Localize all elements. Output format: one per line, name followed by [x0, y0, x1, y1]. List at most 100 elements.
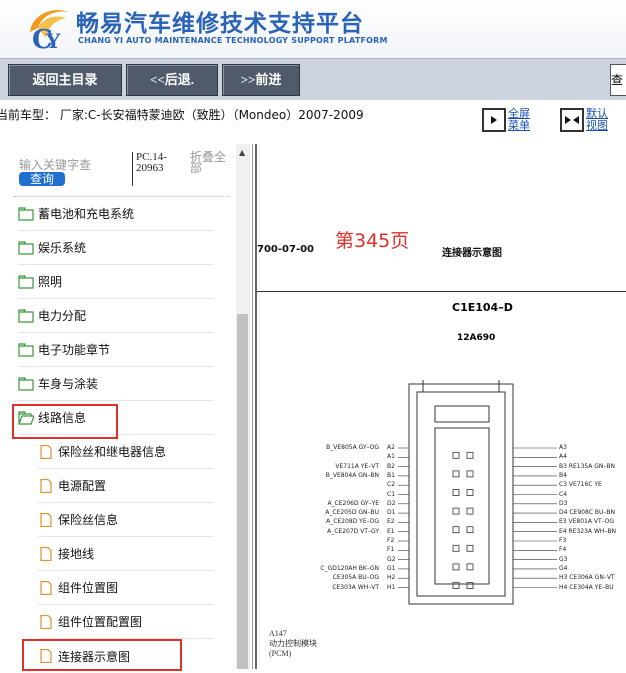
scroll-up-icon[interactable]: ▲ — [239, 148, 245, 157]
pin-cavity — [466, 507, 474, 515]
search-input[interactable]: 输入关键字查 — [19, 156, 91, 173]
pin-id-label: C4 — [559, 490, 568, 498]
pin-id-label: A4 — [559, 453, 567, 461]
tree-folder-label: 车身与涂装 — [38, 377, 99, 391]
pin-id-label: H4 CE304A YE–BU — [559, 583, 614, 591]
fullscreen-menu-button[interactable]: 全屏 菜单 — [482, 108, 530, 136]
tree-folder-power-distribution[interactable]: 电力分配 — [18, 299, 214, 333]
tree-doc-component-location-config[interactable]: 组件位置配置图 — [38, 605, 214, 639]
pin-cavity — [452, 489, 460, 496]
pin-cavity — [466, 544, 474, 552]
next-button[interactable]: >>前进 — [222, 64, 300, 96]
tree-doc-power-config[interactable]: 电源配置 — [38, 469, 214, 503]
tree-folder-body-paint[interactable]: 车身与涂装 — [18, 367, 214, 401]
pc-code: PC.14-20963 — [132, 152, 186, 186]
highlight-box-connector-diagram — [22, 639, 182, 671]
pin-id-label: G4 — [559, 564, 568, 572]
pin-id-label: E3 VE801A VT–OG — [559, 518, 615, 526]
folder-icon — [18, 206, 34, 221]
pin-id-label: B1 — [387, 471, 395, 479]
pin-id-label: E1 — [387, 527, 395, 535]
tree-folder-label: 蓄电池和充电系统 — [38, 207, 135, 221]
pin-wire-label: B_VE805A GY–OG — [326, 444, 379, 451]
pin-id-label: F1 — [387, 546, 395, 554]
pin-cavity — [466, 489, 474, 496]
tree-doc-label: 组件位置图 — [58, 581, 119, 595]
folder-icon — [18, 240, 34, 255]
folder-icon — [18, 342, 34, 357]
note-id: A147 — [269, 629, 287, 638]
pin-id-label: C2 — [387, 481, 396, 489]
toolbar: 返回主目录 <<后退. >>前进 查 — [0, 58, 626, 101]
tree-scrollbar[interactable]: ▲ — [236, 144, 250, 669]
tree-folder-label: 电子功能章节 — [38, 343, 111, 357]
tree-folder-label: 电力分配 — [38, 309, 87, 323]
tree-doc-component-location[interactable]: 组件位置图 — [38, 571, 214, 605]
tree-folder-electronic-functions[interactable]: 电子功能章节 — [18, 333, 214, 367]
doc-note: A147 动力控制模块 (PCM) — [269, 629, 317, 659]
document-icon — [40, 478, 52, 493]
tree-folder-lighting[interactable]: 照明 — [18, 265, 214, 299]
default-view-label-2: 视图 — [586, 119, 608, 132]
pin-cavity — [466, 563, 474, 571]
pin-wire-label: CE305A BU–OG — [332, 574, 379, 582]
pin-cavity — [466, 470, 474, 478]
pin-id-label: B3 RE135A GN–BN — [559, 462, 616, 470]
folder-icon — [18, 274, 34, 289]
tree-doc-ground[interactable]: 接地线 — [38, 537, 214, 571]
pin-id-label: H1 — [387, 583, 396, 591]
search-button[interactable]: 查询 — [19, 172, 65, 186]
pin-id-label: H2 — [387, 574, 396, 582]
navigation-tree-panel: 输入关键字查 查询 PC.14-20963 折叠全部 蓄电池和充电系统 娱乐系统… — [0, 144, 253, 671]
pin-id-label: B4 — [559, 471, 567, 479]
pin-id-label: D3 — [559, 499, 568, 507]
folder-icon — [18, 308, 34, 323]
default-view-button[interactable]: 默认 视图 — [560, 108, 608, 136]
pin-cavity — [452, 544, 460, 552]
document-viewer: 第345页 700-07-00 连接器示意图 C1E104–D 12A690 B… — [255, 144, 626, 669]
pin-id-label: E4 RE323A WH–BN — [559, 527, 616, 535]
pin-id-label: G2 — [387, 555, 396, 563]
pin-id-label: E2 — [387, 518, 395, 526]
pin-wire-label: A_CE206D GY–YE — [327, 499, 379, 507]
back-main-button[interactable]: 返回主目录 — [8, 64, 122, 96]
info-bar: 当前车型： 厂家:C-长安福特蒙迪欧（致胜）（Mondeo）2007-2009 … — [0, 100, 626, 144]
tree-doc-fuse-relay-info[interactable]: 保险丝和继电器信息 — [38, 435, 214, 469]
pin-id-label: A3 — [559, 444, 567, 451]
tree-doc-label: 组件位置配置图 — [58, 615, 143, 629]
pin-wire-label: B_VE804A GN–BN — [325, 471, 379, 479]
pin-wire-label: CE303A WH–VT — [332, 583, 379, 591]
pin-id-label: B2 — [387, 462, 395, 470]
document-icon — [40, 580, 52, 595]
pin-cavity — [452, 470, 460, 478]
fullscreen-label-2: 菜单 — [508, 119, 530, 132]
tree-folder-battery[interactable]: 蓄电池和充电系统 — [18, 197, 214, 231]
pin-id-label: G1 — [387, 564, 396, 572]
pin-id-label: D4 CE908C BU–BN — [559, 509, 615, 517]
tree-doc-label: 接地线 — [58, 547, 95, 561]
pin-wire-label: A_CE205D GN–BU — [325, 509, 379, 517]
document-icon — [40, 546, 52, 561]
current-vehicle: 当前车型： 厂家:C-长安福特蒙迪欧（致胜）（Mondeo）2007-2009 — [0, 108, 364, 122]
app-subtitle: CHANG YI AUTO MAINTENANCE TECHNOLOGY SUP… — [78, 36, 388, 45]
scrollbar-thumb[interactable] — [237, 314, 248, 669]
document-icon — [40, 444, 52, 459]
document-icon — [40, 512, 52, 527]
fullscreen-icon — [482, 108, 506, 132]
pin-id-label: A1 — [387, 453, 395, 461]
tree-folder-entertainment[interactable]: 娱乐系统 — [18, 231, 214, 265]
pin-cavity — [452, 582, 460, 589]
default-view-icon — [560, 108, 584, 132]
prev-button[interactable]: <<后退. — [126, 64, 218, 96]
tree-doc-fuse-info[interactable]: 保险丝信息 — [38, 503, 214, 537]
pin-id-label: D2 — [387, 499, 396, 507]
pin-cavity — [466, 451, 474, 459]
highlight-box-wiring-info — [12, 404, 118, 439]
pin-id-label: F4 — [559, 546, 567, 554]
pin-id-label: F2 — [387, 537, 395, 544]
folder-icon — [18, 376, 34, 391]
pin-cavity — [452, 526, 460, 534]
collapse-all-button[interactable]: 折叠全部 — [190, 151, 230, 174]
query-button[interactable]: 查 — [610, 64, 626, 96]
tree-doc-label: 保险丝和继电器信息 — [58, 445, 167, 459]
